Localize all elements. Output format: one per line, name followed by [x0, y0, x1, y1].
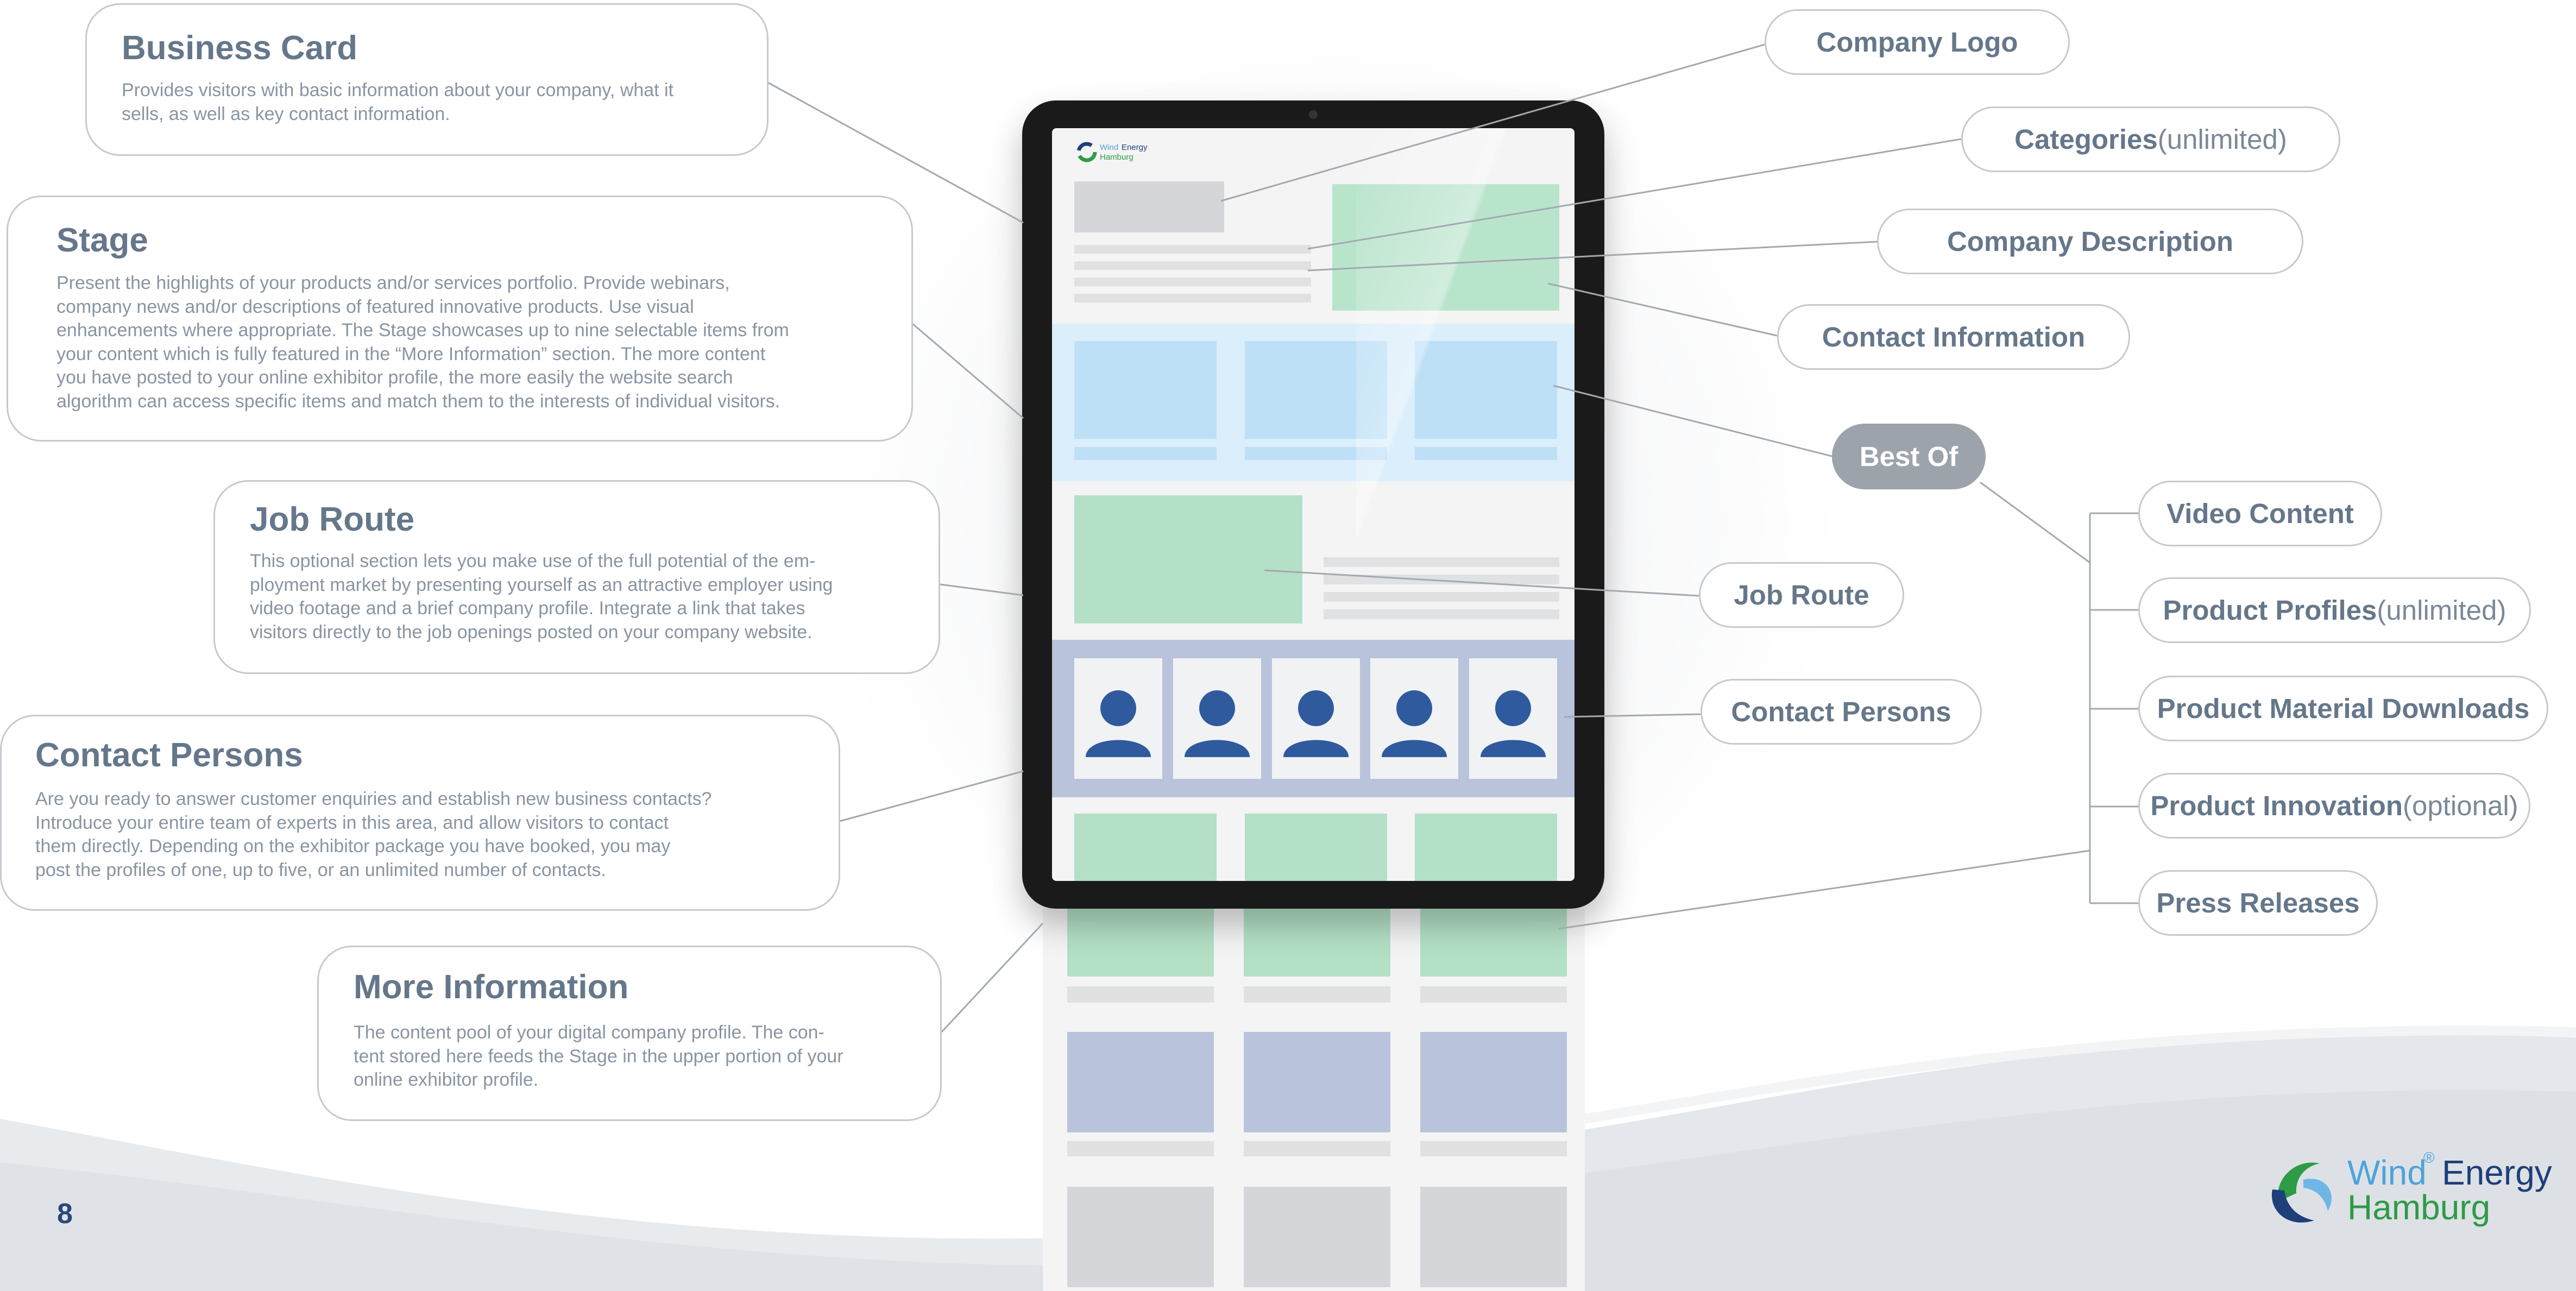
mini-logo-word1: Wind [1100, 143, 1119, 152]
stage-desc-line: you have posted to your online exhibitor… [56, 367, 733, 388]
more-information-desc-line: The content pool of your digital company… [354, 1022, 824, 1043]
best-of-product-profiles: Product Profiles (unlimited) [2138, 577, 2531, 643]
person-card [1173, 658, 1261, 779]
label-contact-persons: Contact Persons [1700, 679, 1982, 745]
stage-desc-line: algorithm can access specific items and … [56, 391, 780, 412]
item-light: (unlimited) [2377, 595, 2506, 626]
label-job-route: Job Route [1699, 562, 1904, 628]
item-strong: Product Profiles [2163, 595, 2377, 626]
item-strong: Press Releases [2156, 887, 2360, 918]
more-information-box: More Information The content pool of you… [317, 946, 942, 1121]
stage-desc-line: enhancements where appropriate. The Stag… [56, 320, 789, 341]
stage-box: Stage Present the highlights of your pro… [7, 196, 913, 442]
logo-word-energy: Energy [2442, 1153, 2552, 1192]
best-of-product-material-downloads: Product Material Downloads [2138, 676, 2548, 741]
person-icon [1086, 690, 1151, 757]
job-route-desc-line: video footage and a brief company profil… [250, 598, 805, 619]
job-route-desc-line: This optional section lets you make use … [250, 551, 816, 571]
item-strong: Video Content [2166, 498, 2354, 529]
label-strong: Contact Persons [1731, 696, 1951, 727]
label-strong: Contact Information [1822, 322, 2086, 352]
page-number: 8 [57, 1198, 73, 1230]
mini-logo: Wind Energy Hamburg [1076, 141, 1163, 168]
logo-word-wind: Wind [2347, 1153, 2427, 1192]
job-route-box: Job Route This optional section lets you… [213, 480, 940, 674]
label-strong: Job Route [1734, 580, 1869, 610]
tablet-camera [1309, 110, 1318, 119]
label-strong: Best Of [1859, 441, 1958, 472]
best-of-press-releases: Press Releases [2138, 870, 2378, 936]
item-light: (optional) [2403, 790, 2518, 821]
label-company-description: Company Description [1877, 209, 2303, 274]
tablet-screen: Wind Energy Hamburg [1052, 128, 1574, 881]
best-of-product-innovation: Product Innovation (optional) [2138, 773, 2530, 839]
job-route-title: Job Route [250, 501, 415, 538]
contact-persons-box: Contact Persons Are you ready to answer … [0, 715, 840, 911]
extended-profile-page [1043, 909, 1585, 1291]
mini-logo-word2: Energy [1122, 143, 1148, 152]
stage-desc-line: company news and/or descriptions of feat… [56, 296, 694, 317]
more-information-desc-line: online exhibitor profile. [354, 1069, 539, 1090]
label-light: (unlimited) [2157, 124, 2287, 155]
person-icon [1185, 690, 1250, 757]
stage-title: Stage [56, 222, 148, 259]
business-card-desc-line: Provides visitors with basic information… [122, 80, 674, 100]
more-information-title: More Information [354, 968, 629, 1006]
job-route-desc-line: visitors directly to the job openings po… [250, 621, 813, 643]
job-route-desc-line: ployment market by presenting yourself a… [250, 574, 833, 595]
contact-persons-title: Contact Persons [35, 736, 303, 774]
person-card [1272, 658, 1360, 779]
person-card [1074, 658, 1162, 779]
contact-persons-desc-line: them directly. Depending on the exhibito… [35, 836, 671, 857]
person-icon [1283, 690, 1349, 757]
item-strong: Product Material Downloads [2157, 693, 2530, 724]
company-logo-placeholder [1074, 181, 1224, 232]
logo-swirl-icon [2271, 1162, 2332, 1223]
best-of-video-content: Video Content [2138, 481, 2382, 546]
business-card-desc-line: sells, as well as key contact informatio… [122, 103, 450, 124]
logo-reg-mark: ® [2423, 1149, 2435, 1166]
label-company-logo: Company Logo [1765, 9, 2070, 75]
label-strong: Company Logo [1816, 27, 2018, 58]
business-card-box: Business Card Provides visitors with bas… [85, 3, 769, 156]
stage-desc-line: Present the highlights of your products … [56, 273, 730, 293]
label-categories: Categories (unlimited) [1961, 106, 2340, 172]
mini-logo-word3: Hamburg [1100, 153, 1133, 162]
business-card-title: Business Card [122, 29, 358, 67]
contact-persons-desc-line: Introduce your entire team of experts in… [35, 812, 669, 833]
item-strong: Product Innovation [2150, 790, 2403, 821]
label-contact-information: Contact Information [1777, 304, 2130, 370]
contact-persons-desc-line: post the profiles of one, up to five, or… [35, 859, 606, 880]
label-strong: Categories [2014, 124, 2158, 155]
more-information-desc-line: tent stored here feeds the Stage in the … [354, 1046, 843, 1067]
logo-word-hamburg: Hamburg [2347, 1188, 2491, 1227]
contact-persons-desc-line: Are you ready to answer customer enquiri… [35, 789, 712, 809]
job-route-placeholder [1074, 495, 1302, 624]
label-strong: Company Description [1947, 226, 2234, 257]
label-best-of: Best Of [1832, 424, 1986, 489]
stage-desc-line: your content which is fully featured in … [56, 343, 766, 364]
